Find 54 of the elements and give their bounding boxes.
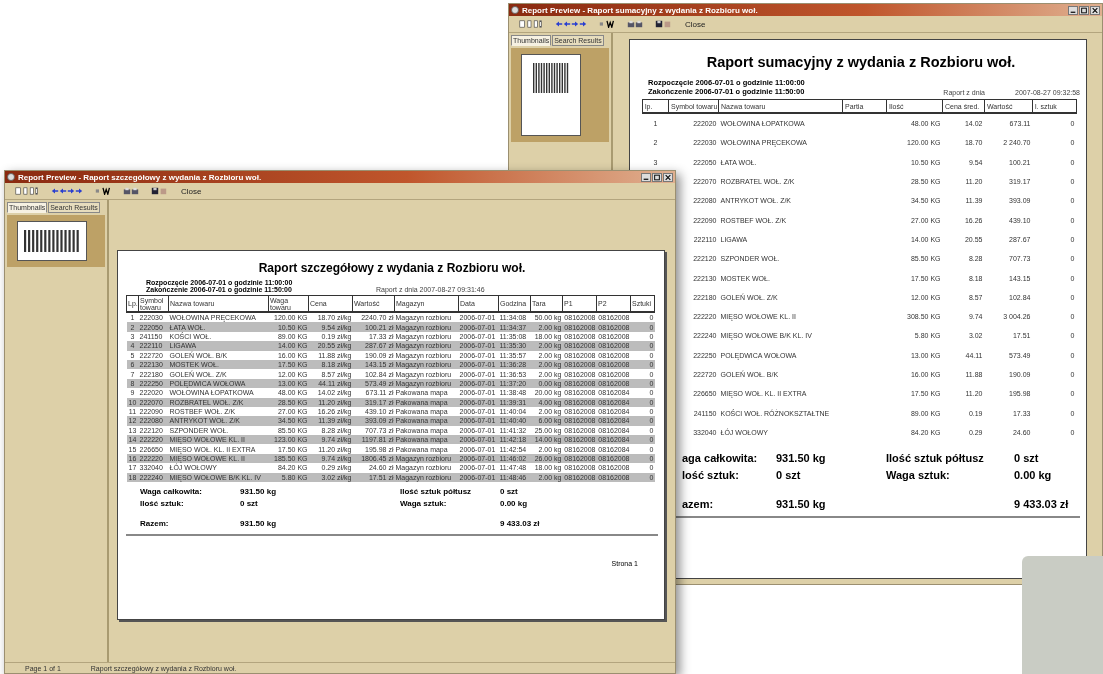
summary-value: 0 szt bbox=[1014, 452, 1040, 465]
save-icon[interactable] bbox=[655, 20, 671, 28]
summary-label: Ilość sztuk półtusz bbox=[886, 452, 985, 465]
maximize-button[interactable] bbox=[652, 172, 662, 182]
summary-value: 0.00 kg bbox=[500, 499, 529, 509]
page-thumbnail[interactable] bbox=[17, 221, 87, 261]
summary-value: 931.50 kg bbox=[240, 487, 278, 497]
close-icon bbox=[1091, 6, 1099, 14]
navigation-arrows-icon[interactable] bbox=[555, 20, 587, 28]
summary-value: 0 szt bbox=[500, 487, 519, 497]
summary-value: 0 szt bbox=[776, 469, 802, 482]
page-thumbnail[interactable] bbox=[521, 54, 581, 136]
summary-label: aga całkowita: bbox=[682, 452, 759, 465]
close-icon bbox=[664, 173, 672, 181]
app-icon bbox=[511, 6, 519, 14]
save-icon[interactable] bbox=[151, 187, 167, 195]
zoom-icon[interactable] bbox=[95, 187, 111, 195]
summary-value: 9 433.03 zł bbox=[1014, 498, 1070, 511]
maximize-icon bbox=[1080, 6, 1088, 14]
summary-value: 931.50 kg bbox=[776, 498, 827, 511]
window-title: Report Preview - Raport sumacyjny z wydania z Rozbioru woł. bbox=[522, 5, 759, 15]
close-button[interactable]: Close bbox=[179, 186, 204, 196]
summary-label: Waga sztuk: bbox=[886, 469, 951, 482]
navigation-arrows-icon[interactable] bbox=[51, 187, 83, 195]
summary-label: Ilość sztuk półtusz bbox=[400, 487, 473, 497]
summary-label: azem: bbox=[682, 498, 715, 511]
summary-label: Razem: bbox=[140, 519, 170, 529]
report-title: Raport sumacyjny z wydania z Rozbioru woł. bbox=[705, 54, 1017, 70]
summary-value: 0 szt bbox=[240, 499, 259, 509]
summary-value: 9 433.03 zł bbox=[500, 519, 541, 529]
summary-value: 0.00 kg bbox=[1014, 469, 1053, 482]
summary-label: Ilość sztuk: bbox=[140, 499, 185, 509]
summary-label: lość sztuk: bbox=[682, 469, 740, 482]
app-icon bbox=[7, 173, 15, 181]
minimize-button[interactable] bbox=[641, 172, 651, 182]
report-title: Raport szczegółowy z wydania z Rozbioru woł. bbox=[257, 261, 527, 275]
report-thumbnail-drawing bbox=[24, 230, 80, 252]
summary-label: Waga sztuk: bbox=[400, 499, 448, 509]
report-thumbnail-drawing bbox=[533, 63, 569, 93]
summary-label: Waga całkowita: bbox=[140, 487, 203, 497]
page-view-icon[interactable] bbox=[519, 20, 543, 28]
maximize-icon bbox=[653, 173, 661, 181]
summary-value: 931.50 kg bbox=[776, 452, 827, 465]
close-button[interactable]: Close bbox=[683, 19, 708, 29]
summary-value: 931.50 kg bbox=[240, 519, 278, 529]
maximize-button[interactable] bbox=[1079, 5, 1089, 15]
zoom-icon[interactable] bbox=[599, 20, 615, 28]
close-button[interactable] bbox=[1090, 5, 1100, 15]
close-button[interactable] bbox=[663, 172, 673, 182]
minimize-button[interactable] bbox=[1068, 5, 1078, 15]
window-title: Report Preview - Raport szczegółowy z wydania z Rozbioru woł. bbox=[18, 172, 263, 182]
printer-icon[interactable] bbox=[123, 187, 139, 195]
printer-icon[interactable] bbox=[627, 20, 643, 28]
page-view-icon[interactable] bbox=[15, 187, 39, 195]
